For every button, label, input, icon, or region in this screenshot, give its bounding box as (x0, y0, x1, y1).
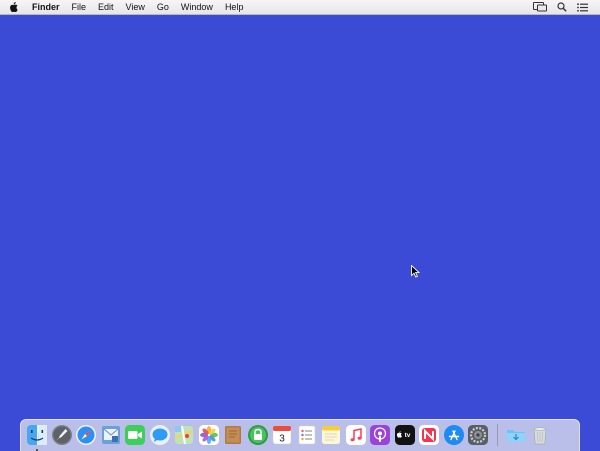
notification-center-icon[interactable] (577, 2, 588, 12)
apple-tv-icon: tv (394, 425, 415, 445)
dock-apple-tv[interactable]: tv (393, 423, 418, 447)
mail-icon (101, 426, 120, 444)
dock-safari[interactable] (74, 423, 99, 447)
dock-trash[interactable] (528, 423, 553, 447)
dock-lock-app[interactable] (246, 423, 271, 447)
dock-notes[interactable] (319, 423, 344, 447)
podcasts-icon (370, 425, 391, 445)
lock-app-icon (247, 425, 268, 445)
dock-mail[interactable] (99, 423, 124, 447)
dock-facetime[interactable] (123, 423, 148, 447)
apple-menu[interactable] (0, 2, 26, 12)
photos-icon (198, 425, 219, 445)
safari-icon (76, 425, 97, 445)
dock-finder[interactable] (25, 423, 50, 451)
dock: 3 tv (20, 419, 580, 451)
apple-logo-icon (9, 2, 18, 12)
menu-edit[interactable]: Edit (92, 0, 120, 14)
dock-news[interactable] (417, 423, 442, 447)
finder-icon (27, 425, 48, 445)
menu-view[interactable]: View (120, 0, 151, 14)
apple-tv-label: tv (404, 432, 410, 439)
downloads-folder-icon (506, 430, 525, 442)
dock-notefile[interactable] (221, 423, 246, 447)
dock-messages[interactable] (148, 423, 173, 447)
notes-icon (322, 426, 341, 444)
menu-window[interactable]: Window (175, 0, 219, 14)
facetime-icon (125, 425, 146, 445)
menubar-status-area (533, 2, 600, 12)
reminders-icon (298, 425, 316, 445)
music-icon (345, 425, 366, 445)
spotlight-search-icon[interactable] (557, 2, 567, 12)
dock-system-preferences[interactable] (466, 423, 491, 447)
system-preferences-icon (468, 425, 489, 445)
menu-file[interactable]: File (66, 0, 93, 14)
calendar-day: 3 (279, 434, 285, 445)
menu-bar: Finder File Edit View Go Window Help (0, 0, 600, 15)
dock-music[interactable] (344, 423, 369, 447)
dock-app-store[interactable] (442, 423, 467, 447)
trash-icon (533, 427, 547, 445)
display-mirroring-icon[interactable] (533, 2, 547, 12)
dock-downloads-folder[interactable] (504, 423, 529, 447)
maps-icon (174, 425, 194, 445)
dock-launchpad[interactable] (50, 423, 75, 447)
dock-calendar[interactable]: 3 (270, 423, 295, 447)
dock-podcasts[interactable] (368, 423, 393, 447)
dock-maps[interactable] (172, 423, 197, 447)
messages-icon (149, 425, 170, 445)
notefile-icon (225, 426, 242, 444)
calendar-icon: 3 (273, 425, 292, 445)
arrow-cursor-icon (411, 265, 420, 278)
menu-finder[interactable]: Finder (26, 0, 66, 14)
news-icon (419, 425, 440, 445)
dock-separator (496, 424, 498, 446)
launchpad-icon (51, 425, 72, 445)
desktop[interactable] (0, 15, 600, 420)
menu-help[interactable]: Help (219, 0, 250, 14)
menu-go[interactable]: Go (151, 0, 175, 14)
dock-reminders[interactable] (295, 423, 320, 447)
app-store-icon (443, 425, 464, 445)
dock-photos[interactable] (197, 423, 222, 447)
